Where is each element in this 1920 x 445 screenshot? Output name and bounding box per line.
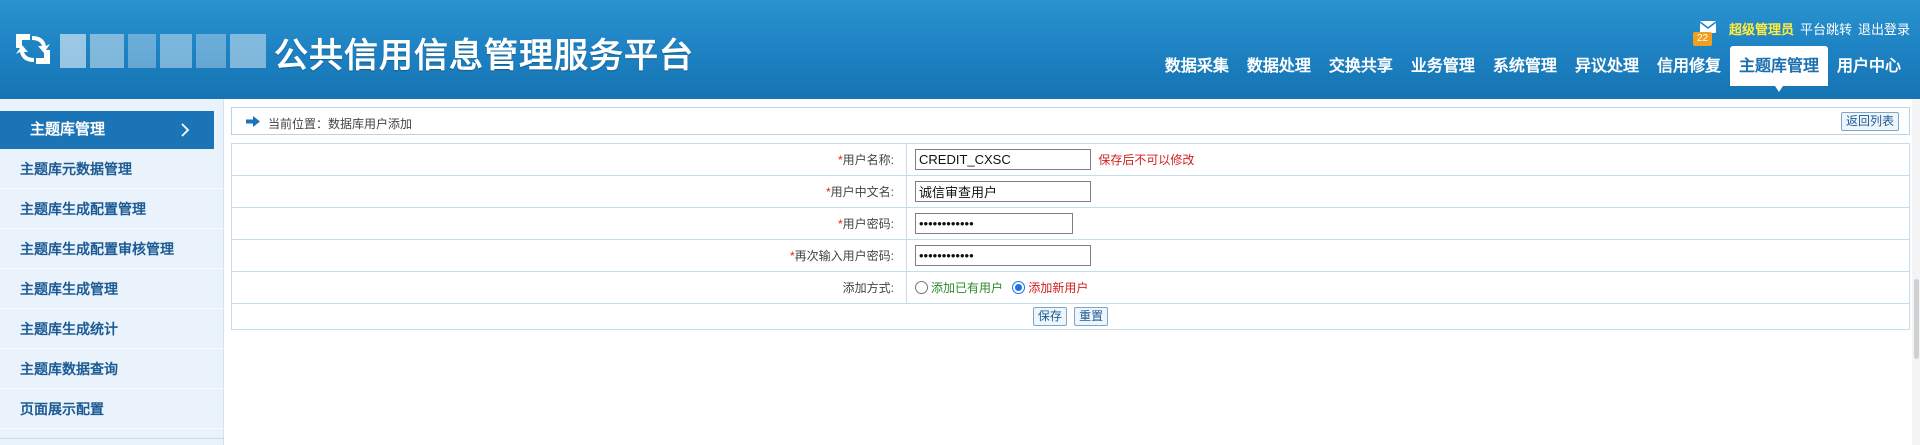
nav-item-business-management[interactable]: 业务管理 [1402,46,1484,86]
sidebar-item-statistics[interactable]: 主题库生成统计 [0,309,224,349]
username-label: *用户名称: [231,143,907,176]
sidebar-header-label: 主题库管理 [30,121,106,138]
reset-button[interactable]: 重置 [1074,307,1109,326]
radio-button[interactable] [915,280,928,294]
logout-link[interactable]: 退出登录 [1858,19,1910,38]
sidebar-item-metadata[interactable]: 主题库元数据管理 [0,149,224,189]
main-nav: 数据采集 数据处理 交换共享 业务管理 系统管理 异议处理 信用修复 主题库管理… [1156,46,1910,92]
main-content: 当前位置：数据库用户添加 返回列表 *用户名称: 保存后不可以修改 *用户中文名… [231,107,1910,330]
divider [0,438,224,439]
sidebar-item-generation[interactable]: 主题库生成管理 [0,269,224,309]
radio-button-selected[interactable] [1012,280,1026,294]
site-title: 公共信用信息管理服务平台 [274,36,694,76]
form-row-cn-name: *用户中文名: [231,175,1910,208]
sidebar-menu: 主题库元数据管理 主题库生成配置管理 主题库生成配置审核管理 主题库生成管理 主… [0,149,224,429]
user-form: *用户名称: 保存后不可以修改 *用户中文名: *用户密码: *再次输入用户密码… [231,143,1910,330]
sidebar: 主题库管理 主题库元数据管理 主题库生成配置管理 主题库生成配置审核管理 主题库… [0,99,224,445]
nav-item-system-management[interactable]: 系统管理 [1484,46,1566,86]
nav-item-objection-handling[interactable]: 异议处理 [1566,46,1648,86]
breadcrumb: 当前位置：数据库用户添加 返回列表 [231,107,1910,135]
password-label: *用户密码: [231,207,907,240]
mail-count-badge: 22 [1692,32,1713,46]
radio-add-existing[interactable]: 添加已有用户 [915,279,1003,296]
cn-name-input[interactable] [915,181,1091,202]
breadcrumb-text: 当前位置：数据库用户添加 [268,117,413,131]
redacted-logo-text [60,34,270,68]
nav-item-theme-library[interactable]: 主题库管理 [1729,46,1828,92]
app-header: 公共信用信息管理服务平台 22 超级管理员 平台跳转 退出登录 数据采集 数据处… [0,0,1920,99]
vertical-scrollbar[interactable] [1912,99,1920,445]
nav-item-data-collection[interactable]: 数据采集 [1156,46,1238,86]
password-confirm-input[interactable] [915,245,1091,266]
password-input[interactable] [915,213,1073,234]
username-input[interactable] [915,149,1091,170]
nav-item-data-processing[interactable]: 数据处理 [1238,46,1320,86]
arrow-right-icon [246,116,260,127]
nav-item-exchange-share[interactable]: 交换共享 [1320,46,1402,86]
sidebar-item-gen-config-audit[interactable]: 主题库生成配置审核管理 [0,229,224,269]
platform-switch-link[interactable]: 平台跳转 [1800,19,1852,38]
nav-item-credit-repair[interactable]: 信用修复 [1648,46,1730,86]
password-confirm-label: *再次输入用户密码: [231,239,907,272]
sidebar-item-data-query[interactable]: 主题库数据查询 [0,349,224,389]
radio-add-new[interactable]: 添加新用户 [1012,279,1088,296]
nav-item-user-center[interactable]: 用户中心 [1828,46,1910,86]
sidebar-item-page-display[interactable]: 页面展示配置 [0,389,224,429]
user-role-label[interactable]: 超级管理员 [1729,19,1794,38]
sidebar-header[interactable]: 主题库管理 [0,111,214,149]
top-utility-bar: 22 超级管理员 平台跳转 退出登录 [1692,19,1910,46]
form-row-add-mode: 添加方式: 添加已有用户 添加新用户 [231,271,1910,304]
back-to-list-button[interactable]: 返回列表 [1840,112,1899,131]
add-mode-label: 添加方式: [231,271,907,304]
username-hint: 保存后不可以修改 [1098,153,1195,167]
save-button[interactable]: 保存 [1032,307,1067,326]
logo-icon [16,34,50,64]
form-row-password-confirm: *再次输入用户密码: [231,239,1910,272]
cn-name-label: *用户中文名: [231,175,907,208]
form-row-username: *用户名称: 保存后不可以修改 [231,143,1910,176]
chevron-right-icon [181,123,190,137]
mail-button[interactable]: 22 [1692,20,1719,46]
form-actions-row: 保存 重置 [231,303,1910,330]
form-row-password: *用户密码: [231,207,1910,240]
scrollbar-thumb[interactable] [1914,279,1919,359]
sidebar-item-gen-config[interactable]: 主题库生成配置管理 [0,189,224,229]
